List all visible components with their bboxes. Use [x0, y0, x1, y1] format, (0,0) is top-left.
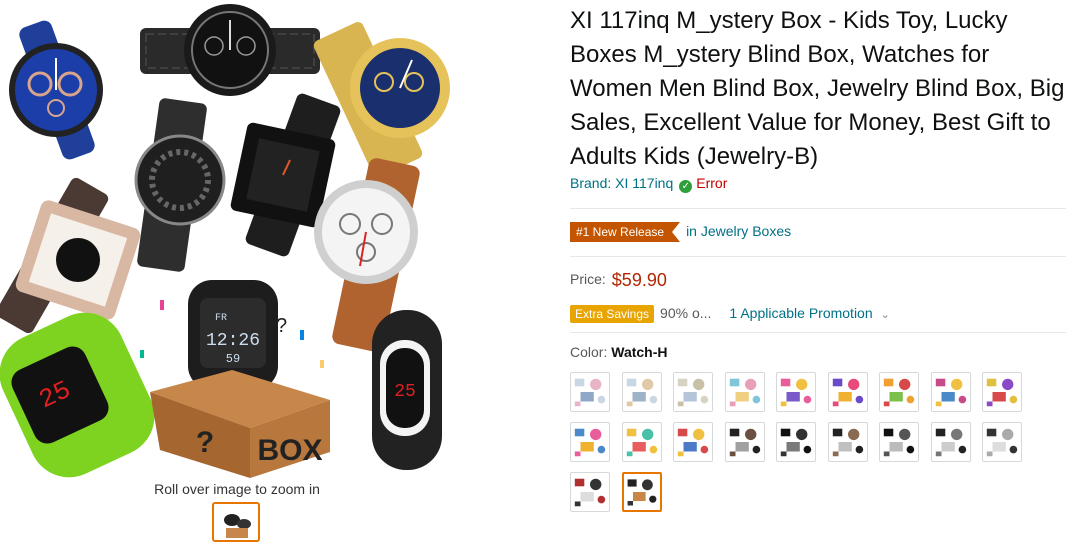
rose-gold-square-watch-image [0, 177, 141, 334]
divider [570, 208, 1066, 209]
swatch-thumbnail [627, 479, 656, 506]
image-gallery: 25 FR 12:26 59 BOX ? 25 ? Roll over imag… [0, 0, 480, 542]
svg-text:FR: FR [215, 313, 227, 324]
color-swatch-5[interactable] [776, 372, 816, 412]
swatch-thumbnail [626, 428, 657, 457]
color-swatch-16[interactable] [879, 422, 919, 462]
applicable-promotion-link[interactable]: 1 Applicable Promotion [729, 305, 872, 321]
color-swatch-9[interactable] [982, 372, 1022, 412]
category-link[interactable]: in Jewelry Boxes [686, 223, 791, 239]
gallery-thumbnail-selected[interactable] [212, 502, 260, 542]
svg-text:?: ? [276, 315, 287, 337]
swatch-thumbnail [729, 428, 760, 457]
product-title: XI 117inq M_ystery Box - Kids Toy, Lucky… [570, 7, 1065, 170]
color-swatch-11[interactable] [621, 422, 662, 462]
product-collage: 25 FR 12:26 59 BOX ? 25 ? [0, 4, 450, 478]
color-label: Color: [570, 344, 608, 360]
svg-text:12:26: 12:26 [206, 331, 260, 351]
swatch-thumbnail [883, 378, 915, 407]
color-swatch-4[interactable] [724, 372, 765, 412]
main-product-image[interactable]: 25 FR 12:26 59 BOX ? 25 ? [0, 0, 480, 478]
swatch-thumbnail [832, 378, 863, 407]
extra-savings-badge: Extra Savings [570, 305, 655, 323]
color-swatch-15[interactable] [827, 422, 868, 462]
swatch-thumbnail [780, 378, 812, 407]
swatch-thumbnail [574, 428, 606, 457]
swatch-thumbnail [626, 378, 657, 407]
ranking-row: #1 New Release in Jewelry Boxes [570, 222, 791, 242]
brand-link[interactable]: Brand: XI 117inq [570, 175, 673, 191]
color-swatch-7[interactable] [879, 372, 919, 412]
brand-error-text: Error [696, 175, 728, 191]
price-row: Price: $59.90 [570, 270, 667, 291]
color-swatch-2[interactable] [621, 372, 662, 412]
black-led-band-watch-image: 25 [372, 310, 442, 470]
color-swatch-18[interactable] [982, 422, 1022, 462]
price-value: $59.90 [611, 270, 667, 290]
swatch-thumbnail [677, 428, 709, 457]
thumbnail-image [224, 514, 251, 538]
brand-row: Brand: XI 117inq ✓ Error [570, 175, 727, 193]
svg-text:?: ? [196, 426, 214, 459]
swatch-thumbnail [986, 378, 1018, 407]
color-swatch-14[interactable] [776, 422, 816, 462]
promotion-row: Extra Savings 90% o... 1 Applicable Promot… [570, 305, 890, 323]
swatch-thumbnail [729, 378, 760, 407]
svg-text:BOX: BOX [257, 434, 322, 467]
blue-watch-image [9, 20, 103, 160]
black-metal-watch-image [140, 4, 320, 96]
swatch-thumbnail [935, 378, 966, 407]
swatch-thumbnail [574, 378, 606, 407]
divider [570, 256, 1066, 257]
svg-text:25: 25 [394, 382, 416, 402]
color-swatch-1[interactable] [570, 372, 610, 412]
swatch-thumbnail [832, 428, 863, 457]
swatch-thumbnail [677, 378, 709, 407]
color-swatch-3[interactable] [673, 372, 713, 412]
color-swatch-12[interactable] [673, 422, 713, 462]
swatch-thumbnail [986, 428, 1018, 457]
new-release-badge[interactable]: #1 New Release [570, 222, 681, 242]
promotion-percent-text: 90% o... [660, 305, 712, 321]
check-circle-icon: ✓ [679, 180, 693, 193]
divider [570, 332, 1066, 333]
color-swatch-13[interactable] [724, 422, 765, 462]
swatch-thumbnail [780, 428, 812, 457]
color-swatch-17[interactable] [930, 422, 971, 462]
zoom-hint-text: Roll over image to zoom in [154, 481, 320, 497]
color-swatch-8[interactable] [930, 372, 971, 412]
price-label: Price: [570, 271, 606, 287]
color-swatch-20[interactable] [621, 472, 662, 512]
swatch-thumbnail [935, 428, 966, 457]
color-swatch-19[interactable] [570, 472, 610, 512]
color-selected-value: Watch-H [611, 344, 668, 360]
color-swatch-6[interactable] [827, 372, 868, 412]
swatch-thumbnail [574, 478, 606, 507]
color-row: Color: Watch-H [570, 344, 668, 360]
mystery-box-image: BOX ? [150, 370, 330, 478]
skeleton-watch-image [134, 98, 226, 272]
chevron-down-icon[interactable]: ⌄ [881, 309, 890, 321]
color-swatch-10[interactable] [570, 422, 610, 462]
svg-text:59: 59 [226, 352, 240, 366]
swatch-thumbnail [883, 428, 915, 457]
